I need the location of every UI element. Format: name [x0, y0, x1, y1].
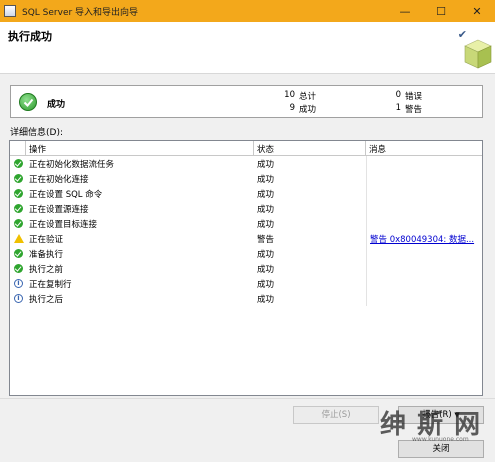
- stop-button[interactable]: 停止(S): [293, 406, 379, 424]
- table-row[interactable]: i 执行之后 成功: [10, 291, 482, 306]
- operation-cell: 正在设置 SQL 命令: [29, 190, 103, 200]
- maximize-button[interactable]: ☐: [423, 0, 459, 22]
- message-cell: [366, 246, 482, 261]
- column-header-message[interactable]: 消息: [366, 141, 482, 156]
- title-bar: SQL Server 导入和导出向导 — ☐ ✕: [0, 0, 495, 22]
- operation-cell: 正在初始化数据流任务: [29, 160, 115, 170]
- operation-cell: 正在复制行: [29, 280, 72, 290]
- column-header-operation[interactable]: 操作: [26, 141, 254, 156]
- overall-status: 成功: [47, 100, 66, 110]
- status-cell: 成功: [257, 265, 275, 275]
- status-cell: 成功: [257, 250, 275, 260]
- wizard-cube-icon: [464, 39, 492, 69]
- close-window-button[interactable]: ✕: [459, 0, 495, 22]
- info-icon: i: [14, 279, 23, 288]
- success-icon: [14, 249, 23, 258]
- status-cell: 成功: [257, 175, 275, 185]
- success-count: 9: [289, 103, 295, 113]
- message-cell: [366, 261, 482, 276]
- message-cell: [366, 171, 482, 186]
- table-row[interactable]: 正在设置目标连接 成功: [10, 216, 482, 231]
- table-row[interactable]: 正在设置源连接 成功: [10, 201, 482, 216]
- success-icon: [19, 93, 37, 111]
- column-header-status[interactable]: 状态: [254, 141, 366, 156]
- operation-cell: 执行之后: [29, 295, 64, 305]
- minimize-button[interactable]: —: [387, 0, 423, 22]
- page-title: 执行成功: [8, 30, 52, 43]
- warning-count: 1: [395, 103, 401, 113]
- window-title: SQL Server 导入和导出向导: [22, 7, 139, 18]
- message-cell: [366, 291, 482, 306]
- status-cell: 成功: [257, 220, 275, 230]
- error-label: 错误: [405, 92, 423, 102]
- table-row[interactable]: i 正在复制行 成功: [10, 276, 482, 291]
- operation-cell: 正在设置源连接: [29, 205, 89, 215]
- operation-cell: 正在初始化连接: [29, 175, 89, 185]
- warning-message-link[interactable]: 警告 0x80049304: 数据...: [366, 231, 482, 246]
- message-cell: [366, 156, 482, 171]
- details-table[interactable]: 操作 状态 消息 正在初始化数据流任务 成功 正在初始化连接 成功 正在设置 S…: [9, 140, 483, 396]
- table-row[interactable]: 正在初始化连接 成功: [10, 171, 482, 186]
- operation-cell: 执行之前: [29, 265, 64, 275]
- table-row[interactable]: 执行之前 成功: [10, 261, 482, 276]
- status-cell: 成功: [257, 160, 275, 170]
- window-controls: — ☐ ✕: [387, 0, 495, 22]
- success-label: 成功: [299, 105, 317, 115]
- info-icon: i: [14, 294, 23, 303]
- message-cell: [366, 201, 482, 216]
- status-cell: 成功: [257, 295, 275, 305]
- status-cell: 警告: [257, 235, 275, 245]
- separator: [0, 398, 495, 399]
- warning-label: 警告: [405, 105, 423, 115]
- success-icon: [14, 219, 23, 228]
- message-cell: [366, 276, 482, 291]
- summary-box: 成功 10 总计 9 成功 0 错误 1 警告: [10, 85, 483, 118]
- operation-cell: 准备执行: [29, 250, 64, 260]
- operation-cell: 正在验证: [29, 235, 64, 245]
- table-row[interactable]: 准备执行 成功: [10, 246, 482, 261]
- message-cell: [366, 216, 482, 231]
- table-row[interactable]: 正在初始化数据流任务 成功: [10, 156, 482, 171]
- status-cell: 成功: [257, 280, 275, 290]
- total-count: 10: [284, 90, 295, 100]
- operation-cell: 正在设置目标连接: [29, 220, 98, 230]
- total-label: 总计: [299, 92, 317, 102]
- table-row[interactable]: 正在验证 警告 警告 0x80049304: 数据...: [10, 231, 482, 246]
- success-icon: [14, 264, 23, 273]
- app-icon: [4, 5, 16, 17]
- icon-column-header[interactable]: [10, 141, 26, 156]
- watermark-url: www.kunuone.com: [412, 436, 469, 443]
- status-cell: 成功: [257, 190, 275, 200]
- success-icon: [14, 204, 23, 213]
- table-row[interactable]: 正在设置 SQL 命令 成功: [10, 186, 482, 201]
- warning-icon: [14, 234, 24, 243]
- success-icon: [14, 174, 23, 183]
- wizard-header: 执行成功 ✔: [0, 22, 495, 74]
- message-cell: [366, 186, 482, 201]
- success-icon: [14, 189, 23, 198]
- error-count: 0: [395, 90, 401, 100]
- table-header: 操作 状态 消息: [10, 141, 482, 156]
- details-label: 详细信息(D):: [10, 128, 63, 138]
- success-icon: [14, 159, 23, 168]
- status-cell: 成功: [257, 205, 275, 215]
